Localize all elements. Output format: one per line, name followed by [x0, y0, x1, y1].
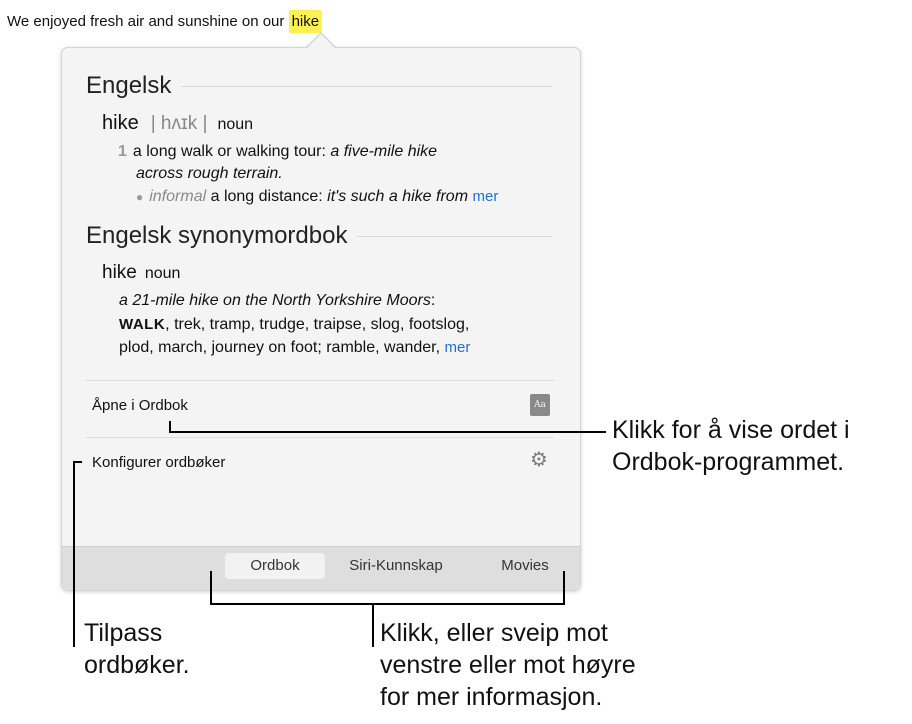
dictionary-headword: hike: [102, 112, 139, 134]
definition-example: a five-mile hike: [330, 143, 438, 160]
callout-text: for mer informasjon.: [380, 683, 603, 711]
register-label: informal: [149, 188, 207, 205]
synonyms-text-1: , trek, tramp, trudge, traipse, slog, fo…: [165, 316, 470, 333]
thesaurus-example: a 21-mile hike on the North Yorkshire Mo…: [119, 289, 435, 312]
sentence-text: We enjoyed fresh air and sunshine on our: [7, 13, 289, 30]
callout-line: [169, 431, 606, 433]
part-of-speech: noun: [217, 116, 254, 133]
thesaurus-part-of-speech: noun: [144, 265, 181, 282]
callout-configure: Tilpass ordbøker.: [84, 617, 190, 681]
callout-open-dictionary: Klikk for å vise ordet i Ordbok-programm…: [612, 414, 850, 478]
configure-dictionaries-link[interactable]: Konfigurer ordbøker: [92, 454, 225, 471]
synonyms-line-1: WALK, trek, tramp, trudge, traipse, slog…: [119, 313, 469, 336]
callout-line: [73, 461, 75, 647]
subdefinition-text: a long distance:: [210, 188, 323, 205]
source-sentence: We enjoyed fresh air and sunshine on our…: [7, 8, 323, 36]
synonyms-line-2: plod, march, journey on foot; ramble, wa…: [119, 336, 470, 359]
dictionary-entry-head: hike | hʌɪk | noun: [102, 112, 253, 135]
open-in-dictionary-link[interactable]: Åpne i Ordbok: [92, 397, 188, 414]
callout-line: [210, 571, 212, 605]
subdefinition: ● informal a long distance: it's such a h…: [136, 185, 498, 209]
tab-siri-kunnskap[interactable]: Siri-Kunnskap: [336, 553, 456, 579]
callout-line: [563, 571, 565, 605]
source-tab-bar: Ordbok Siri-Kunnskap Movies: [62, 546, 580, 590]
gear-icon[interactable]: ⚙: [529, 450, 549, 470]
dictionary-title: Engelsk: [86, 72, 172, 99]
divider: [86, 380, 554, 381]
popover-arrow-fill: [307, 34, 335, 48]
subdefinition-example: it's such a hike from: [327, 188, 469, 205]
callout-text: Klikk, eller sveip mot: [380, 619, 608, 647]
definition-example-cont: across rough terrain.: [136, 165, 283, 182]
thesaurus-section-header: Engelsk synonymordbok: [86, 222, 552, 250]
highlighted-word[interactable]: hike: [288, 10, 323, 33]
callout-tabs: Klikk, eller sveip mot venstre eller mot…: [380, 617, 636, 713]
callout-line: [210, 603, 565, 605]
tab-ordbok[interactable]: Ordbok: [225, 553, 325, 579]
callout-text: Klikk for å vise ordet i: [612, 416, 850, 444]
callout-text: ordbøker.: [84, 651, 190, 679]
bullet-icon: ●: [136, 190, 144, 204]
dictionary-section-header: Engelsk: [86, 72, 552, 100]
lookup-popover: Engelsk hike | hʌɪk | noun 1 a long walk or…: [61, 47, 581, 591]
callout-text: venstre eller mot høyre: [380, 651, 636, 679]
section-rule: [357, 235, 552, 237]
section-rule: [181, 85, 552, 87]
definition-number: 1: [118, 143, 127, 160]
callout-text: Tilpass: [84, 619, 163, 647]
definition-line-1: 1 a long walk or walking tour: a five-mil…: [118, 140, 437, 163]
main-synonym: WALK: [119, 316, 166, 333]
callout-text: Ordbok-programmet.: [612, 448, 845, 476]
synonyms-text-2: plod, march, journey on foot; ramble, wa…: [119, 339, 441, 356]
thesaurus-more-link[interactable]: mer: [445, 339, 471, 356]
thesaurus-example-text: a 21-mile hike on the North Yorkshire Mo…: [119, 292, 431, 309]
pronunciation: | hʌɪk |: [150, 113, 208, 134]
book-icon[interactable]: Aa: [530, 394, 550, 416]
divider: [86, 437, 554, 438]
thesaurus-example-colon: :: [430, 292, 436, 309]
thesaurus-entry-head: hike noun: [102, 262, 180, 284]
thesaurus-headword: hike: [102, 262, 137, 283]
callout-line: [372, 603, 374, 647]
tab-movies[interactable]: Movies: [490, 553, 560, 579]
dictionary-more-link[interactable]: mer: [472, 188, 498, 205]
definition-text: a long walk or walking tour:: [132, 143, 326, 160]
thesaurus-title: Engelsk synonymordbok: [86, 222, 348, 249]
